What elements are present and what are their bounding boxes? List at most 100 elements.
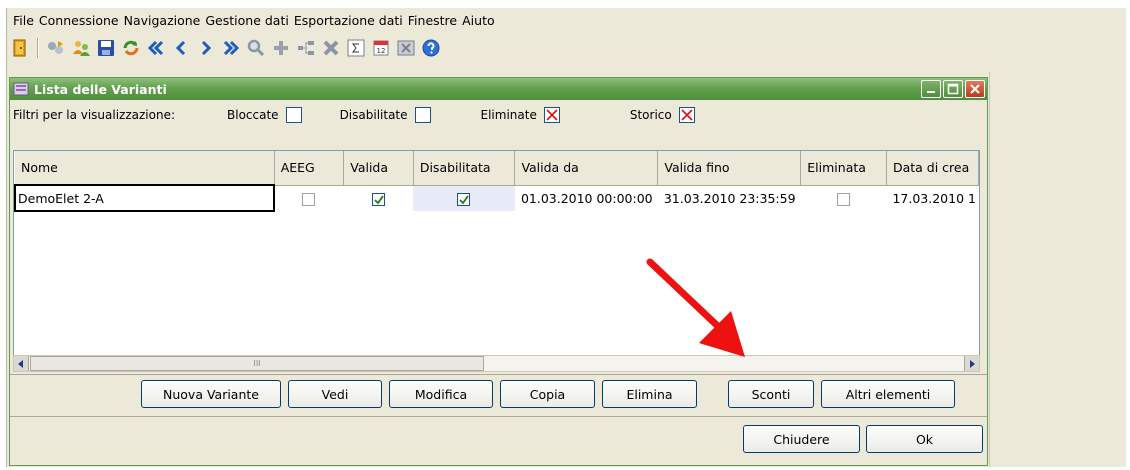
elimina-button[interactable]: Elimina xyxy=(602,380,697,408)
column-header-disabilitata[interactable]: Disabilitata xyxy=(413,151,516,186)
scroll-left-button[interactable] xyxy=(14,356,29,371)
menu-finestre[interactable]: Finestre xyxy=(408,13,457,28)
nuova-variante-button[interactable]: Nuova Variante xyxy=(141,380,281,408)
horizontal-scrollbar[interactable]: III xyxy=(13,355,980,372)
toolbar: 12 xyxy=(9,35,442,61)
menu-bar: File Connessione Navigazione Gestione da… xyxy=(7,8,1126,32)
modifica-button[interactable]: Modifica xyxy=(389,380,493,408)
x-mark-icon xyxy=(681,109,693,121)
cell-data-creazione[interactable]: 17.03.2010 1 xyxy=(886,185,978,211)
column-header-aeeg[interactable]: AEEG xyxy=(274,151,345,186)
table-header-row: Nome AEEG Valida Disabilitata Valida da … xyxy=(15,151,979,186)
filter-bloccate-label: Bloccate xyxy=(227,108,279,122)
filter-bloccate: Bloccate xyxy=(227,107,302,123)
close-icon xyxy=(970,84,980,94)
calendar-icon[interactable]: 12 xyxy=(370,37,392,59)
arrow-left-icon xyxy=(18,359,23,368)
checkmark-icon xyxy=(373,195,384,205)
menu-file[interactable]: File xyxy=(13,13,34,28)
table: Nome AEEG Valida Disabilitata Valida da … xyxy=(14,151,979,212)
menu-esportazione-dati[interactable]: Esportazione dati xyxy=(294,13,403,28)
disabilitata-checkbox[interactable] xyxy=(457,192,471,206)
menu-gestione-dati[interactable]: Gestione dati xyxy=(205,13,288,28)
menu-connessione[interactable]: Connessione xyxy=(39,13,119,28)
filter-eliminate-checkbox[interactable] xyxy=(543,107,560,123)
column-header-data-creazione[interactable]: Data di crea xyxy=(886,151,979,186)
app-window: File Connessione Navigazione Gestione da… xyxy=(6,8,1126,467)
cell-valida-da[interactable]: 01.03.2010 00:00:00 xyxy=(515,185,658,211)
copia-button[interactable]: Copia xyxy=(500,380,595,408)
toolbar-separator xyxy=(37,38,39,58)
scroll-thumb[interactable]: III xyxy=(30,356,484,371)
delete-icon[interactable] xyxy=(320,37,342,59)
cell-valida[interactable] xyxy=(344,185,414,211)
filter-disabilitate-label: Disabilitate xyxy=(339,108,408,122)
connect-icon[interactable] xyxy=(45,37,67,59)
list-window-icon xyxy=(13,82,29,96)
table-row[interactable]: DemoElet 2-A 01.03.2010 00:00:00 31.03.2… xyxy=(14,184,979,212)
sconti-button[interactable]: Sconti xyxy=(728,380,814,408)
svg-text:12: 12 xyxy=(377,47,386,55)
previous-record-icon[interactable] xyxy=(170,37,192,59)
scroll-right-button[interactable] xyxy=(964,356,979,371)
window-controls xyxy=(921,80,985,98)
ok-button[interactable]: Ok xyxy=(866,425,983,453)
varianti-window: Lista delle Varianti Filtri per la visua… xyxy=(9,77,988,466)
cell-disabilitata[interactable] xyxy=(413,185,515,211)
help-icon[interactable] xyxy=(420,37,442,59)
divider xyxy=(10,416,987,417)
close-document-icon[interactable] xyxy=(395,37,417,59)
filter-disabilitate-checkbox[interactable] xyxy=(414,107,431,123)
last-record-icon[interactable] xyxy=(220,37,242,59)
eliminata-checkbox[interactable] xyxy=(836,192,850,206)
save-icon[interactable] xyxy=(95,37,117,59)
search-icon[interactable] xyxy=(245,37,267,59)
workspace-border xyxy=(989,72,990,467)
refresh-icon[interactable] xyxy=(120,37,142,59)
divider xyxy=(10,374,987,375)
cell-valida-fino[interactable]: 31.03.2010 23:35:59 xyxy=(658,185,801,211)
first-record-icon[interactable] xyxy=(145,37,167,59)
filter-label: Filtri per la visualizzazione: xyxy=(13,108,176,122)
filter-eliminate-label: Eliminate xyxy=(480,108,537,122)
next-record-icon[interactable] xyxy=(195,37,217,59)
maximize-icon xyxy=(947,83,959,95)
column-header-nome[interactable]: Nome xyxy=(15,151,275,186)
minimize-button[interactable] xyxy=(921,80,941,98)
altri-elementi-button[interactable]: Altri elementi xyxy=(821,380,955,408)
cell-nome[interactable]: DemoElet 2-A xyxy=(14,184,276,212)
cell-aeeg[interactable] xyxy=(274,185,344,211)
column-header-eliminata[interactable]: Eliminata xyxy=(800,151,887,186)
valida-checkbox[interactable] xyxy=(371,192,385,206)
column-header-valida[interactable]: Valida xyxy=(343,151,414,186)
filter-storico-checkbox[interactable] xyxy=(678,107,695,123)
window-titlebar[interactable]: Lista delle Varianti xyxy=(10,78,987,100)
aeeg-checkbox[interactable] xyxy=(302,192,316,206)
filter-storico: Storico xyxy=(630,107,695,123)
menu-aiuto[interactable]: Aiuto xyxy=(462,13,495,28)
column-header-valida-fino[interactable]: Valida fino xyxy=(657,151,802,186)
scroll-grip: III xyxy=(253,359,261,368)
filter-disabilitate: Disabilitate xyxy=(340,107,431,123)
menu-navigazione[interactable]: Navigazione xyxy=(124,13,201,28)
close-button[interactable] xyxy=(965,80,985,98)
cell-eliminata[interactable] xyxy=(801,185,887,211)
column-header-valida-da[interactable]: Valida da xyxy=(514,151,659,186)
maximize-button[interactable] xyxy=(943,80,963,98)
exit-door-icon[interactable] xyxy=(9,37,31,59)
sum-icon[interactable] xyxy=(345,37,367,59)
vedi-button[interactable]: Vedi xyxy=(288,380,382,408)
filter-bar: Filtri per la visualizzazione: Bloccate … xyxy=(13,104,978,126)
arrow-right-icon xyxy=(970,359,975,368)
checkmark-icon xyxy=(459,195,469,205)
chiudere-button[interactable]: Chiudere xyxy=(743,425,860,453)
users-icon[interactable] xyxy=(70,37,92,59)
minimize-icon xyxy=(927,91,935,93)
filter-bloccate-checkbox[interactable] xyxy=(285,107,302,123)
filter-eliminate: Eliminate xyxy=(481,107,560,123)
x-mark-icon xyxy=(546,109,558,121)
hierarchy-icon[interactable] xyxy=(295,37,317,59)
filter-storico-label: Storico xyxy=(629,108,672,122)
add-icon[interactable] xyxy=(270,37,292,59)
window-title: Lista delle Varianti xyxy=(34,81,167,97)
